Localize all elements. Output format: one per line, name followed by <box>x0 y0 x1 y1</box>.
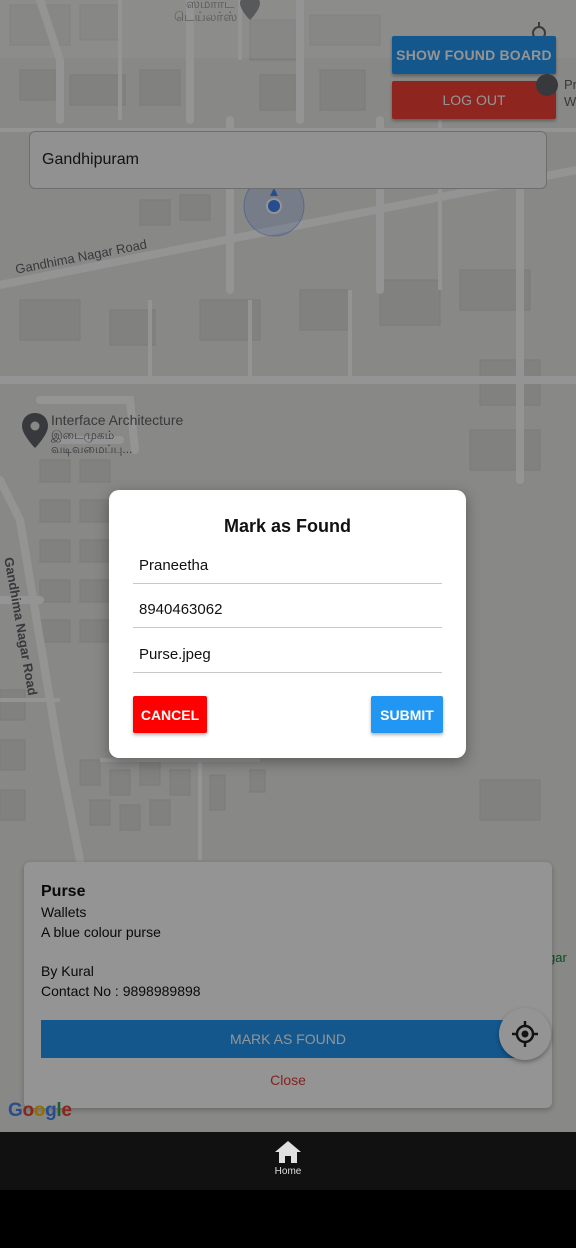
finder-name-value: Praneetha <box>139 557 209 574</box>
finder-phone-field[interactable]: 8940463062 <box>133 592 442 628</box>
home-icon <box>275 1141 301 1163</box>
tab-home-label: Home <box>274 1166 302 1177</box>
tab-home[interactable]: Home <box>258 1140 318 1186</box>
image-file-field[interactable]: Purse.jpeg <box>133 637 442 673</box>
mark-found-dialog: Mark as Found Praneetha 8940463062 Purse… <box>109 490 466 758</box>
submit-button[interactable]: SUBMIT <box>371 696 443 733</box>
image-file-value: Purse.jpeg <box>139 646 211 663</box>
bottom-tab-bar: Home <box>0 1132 576 1190</box>
finder-name-field[interactable]: Praneetha <box>133 548 442 584</box>
app-screen: ஸ்மார்ட் டெய்லர்ஸ் Gandhima Nagar Road G… <box>0 0 576 1190</box>
finder-phone-value: 8940463062 <box>139 601 223 618</box>
dialog-title: Mark as Found <box>223 516 352 536</box>
cancel-button[interactable]: CANCEL <box>133 696 207 733</box>
